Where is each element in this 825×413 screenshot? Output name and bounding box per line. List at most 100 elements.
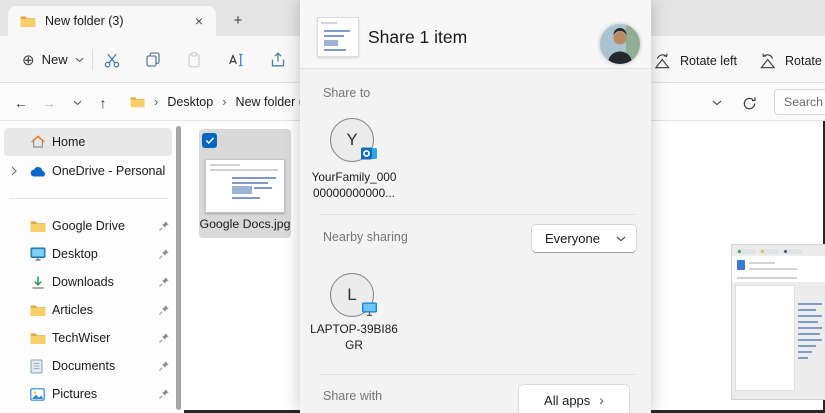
sidebar-item-label: OneDrive - Personal xyxy=(52,164,165,178)
plus-circle-icon: ⊕ xyxy=(22,51,35,69)
sidebar-item-home[interactable]: Home xyxy=(4,128,172,156)
rotate-left-button[interactable]: Rotate left xyxy=(653,46,737,76)
up-button[interactable]: ↑ xyxy=(92,92,114,114)
sidebar-item-label: Articles xyxy=(52,303,93,317)
sidebar-scrollbar[interactable] xyxy=(176,126,181,410)
chevron-down-icon xyxy=(712,100,722,106)
sidebar-item-label: TechWiser xyxy=(52,331,110,345)
avatar-photo xyxy=(600,24,640,64)
tab-new-folder[interactable]: New folder (3) × xyxy=(8,6,216,36)
share-with-label: Share with xyxy=(323,389,382,403)
tab-close-icon[interactable]: × xyxy=(192,13,206,29)
check-icon xyxy=(205,136,215,145)
file-tile-google-docs[interactable]: Google Docs.jpg xyxy=(199,129,291,238)
file-thumbnail xyxy=(205,159,285,213)
rotate-left-label: Rotate left xyxy=(680,54,737,68)
sidebar-item-onedrive[interactable]: OneDrive - Personal xyxy=(4,157,172,185)
refresh-button[interactable] xyxy=(738,92,760,114)
share-icon xyxy=(269,51,287,69)
pin-icon xyxy=(158,388,170,400)
all-apps-label: All apps xyxy=(544,393,590,408)
share-dialog-header: Share 1 item xyxy=(300,0,651,69)
sidebar-item-desktop[interactable]: Desktop xyxy=(4,240,172,268)
sidebar-item-articles[interactable]: Articles xyxy=(4,296,172,324)
refresh-icon xyxy=(742,96,757,111)
selection-checkbox[interactable] xyxy=(202,133,217,148)
rotate-left-icon xyxy=(653,52,672,70)
folder-icon xyxy=(30,304,46,317)
pin-icon xyxy=(158,276,170,288)
rotate-right-button[interactable]: Rotate right xyxy=(758,46,825,76)
home-icon xyxy=(30,134,46,150)
clipboard-icon xyxy=(185,51,203,69)
new-button-label: New xyxy=(42,52,68,67)
shared-item-thumbnail xyxy=(317,17,359,57)
all-apps-button[interactable]: All apps › xyxy=(518,384,630,413)
nearby-scope-dropdown[interactable]: Everyone xyxy=(531,224,637,253)
contact-initial: Y xyxy=(346,130,357,150)
outlook-badge-icon xyxy=(360,144,379,163)
cut-button[interactable] xyxy=(101,49,123,71)
crumb-desktop[interactable]: Desktop xyxy=(167,95,213,109)
folder-icon xyxy=(30,220,46,233)
tab-title: New folder (3) xyxy=(45,14,192,28)
sidebar-item-label: Google Drive xyxy=(52,219,125,233)
share-dialog: Share 1 item Share to Y YourFamily_00 xyxy=(300,0,651,413)
onedrive-cloud-icon xyxy=(30,166,47,177)
pictures-icon xyxy=(30,388,45,401)
share-button[interactable] xyxy=(267,49,289,71)
chevron-down-icon xyxy=(73,100,82,106)
device-name-line2: GR xyxy=(300,337,408,353)
crumb-separator: › xyxy=(154,94,158,109)
dialog-divider xyxy=(320,214,636,215)
device-initial: L xyxy=(347,285,356,305)
folder-icon xyxy=(130,96,145,108)
nearby-sharing-label: Nearby sharing xyxy=(323,230,408,244)
chevron-down-icon xyxy=(616,236,626,242)
copy-icon xyxy=(144,51,162,69)
search-input[interactable] xyxy=(775,95,825,109)
pin-icon xyxy=(158,304,170,316)
document-icon xyxy=(30,359,43,374)
chevron-right-icon xyxy=(10,166,18,176)
account-avatar[interactable] xyxy=(600,24,640,64)
sidebar-item-google-drive[interactable]: Google Drive xyxy=(4,212,172,240)
contact-name: YourFamily_000 00000000000... xyxy=(300,169,408,201)
chevron-down-icon xyxy=(75,57,84,63)
paste-button[interactable] xyxy=(183,49,205,71)
toolbar-separator xyxy=(92,49,93,70)
sidebar-item-downloads[interactable]: Downloads xyxy=(4,268,172,296)
contact-name-line1: YourFamily_000 xyxy=(300,169,408,185)
sidebar-item-label: Downloads xyxy=(52,275,114,289)
file-name: Google Docs.jpg xyxy=(199,217,291,231)
folder-icon xyxy=(20,15,36,28)
sidebar-item-label: Desktop xyxy=(52,247,98,261)
sidebar-item-label: Home xyxy=(52,135,85,149)
forward-button[interactable]: → xyxy=(38,92,60,114)
sidebar-item-techwiser[interactable]: TechWiser xyxy=(4,324,172,352)
device-name: LAPTOP-39BI86 GR xyxy=(300,321,408,353)
sidebar-item-documents[interactable]: Documents xyxy=(4,352,172,380)
copy-button[interactable] xyxy=(142,49,164,71)
pin-icon xyxy=(158,360,170,372)
file-explorer-window: New folder (3) × + ⊕ New xyxy=(0,0,825,413)
back-button[interactable]: ← xyxy=(10,92,32,114)
recent-locations-button[interactable] xyxy=(66,92,88,114)
device-monitor-badge-icon xyxy=(360,299,379,318)
sidebar-item-pictures[interactable]: Pictures xyxy=(4,380,172,408)
dialog-divider xyxy=(320,374,636,375)
pin-icon xyxy=(158,248,170,260)
crumb-separator: › xyxy=(222,94,226,109)
pin-icon xyxy=(158,332,170,344)
address-dropdown-button[interactable] xyxy=(706,92,728,114)
contact-name-line2: 00000000000... xyxy=(300,185,408,201)
sidebar-divider xyxy=(10,198,168,199)
rename-button[interactable] xyxy=(225,49,247,71)
new-tab-button[interactable]: + xyxy=(226,8,250,32)
scissors-icon xyxy=(103,51,121,69)
rotate-right-icon xyxy=(758,52,777,70)
download-icon xyxy=(30,275,46,290)
device-name-line1: LAPTOP-39BI86 xyxy=(300,321,408,337)
new-button[interactable]: ⊕ New xyxy=(12,45,94,74)
desktop-icon xyxy=(30,247,46,261)
